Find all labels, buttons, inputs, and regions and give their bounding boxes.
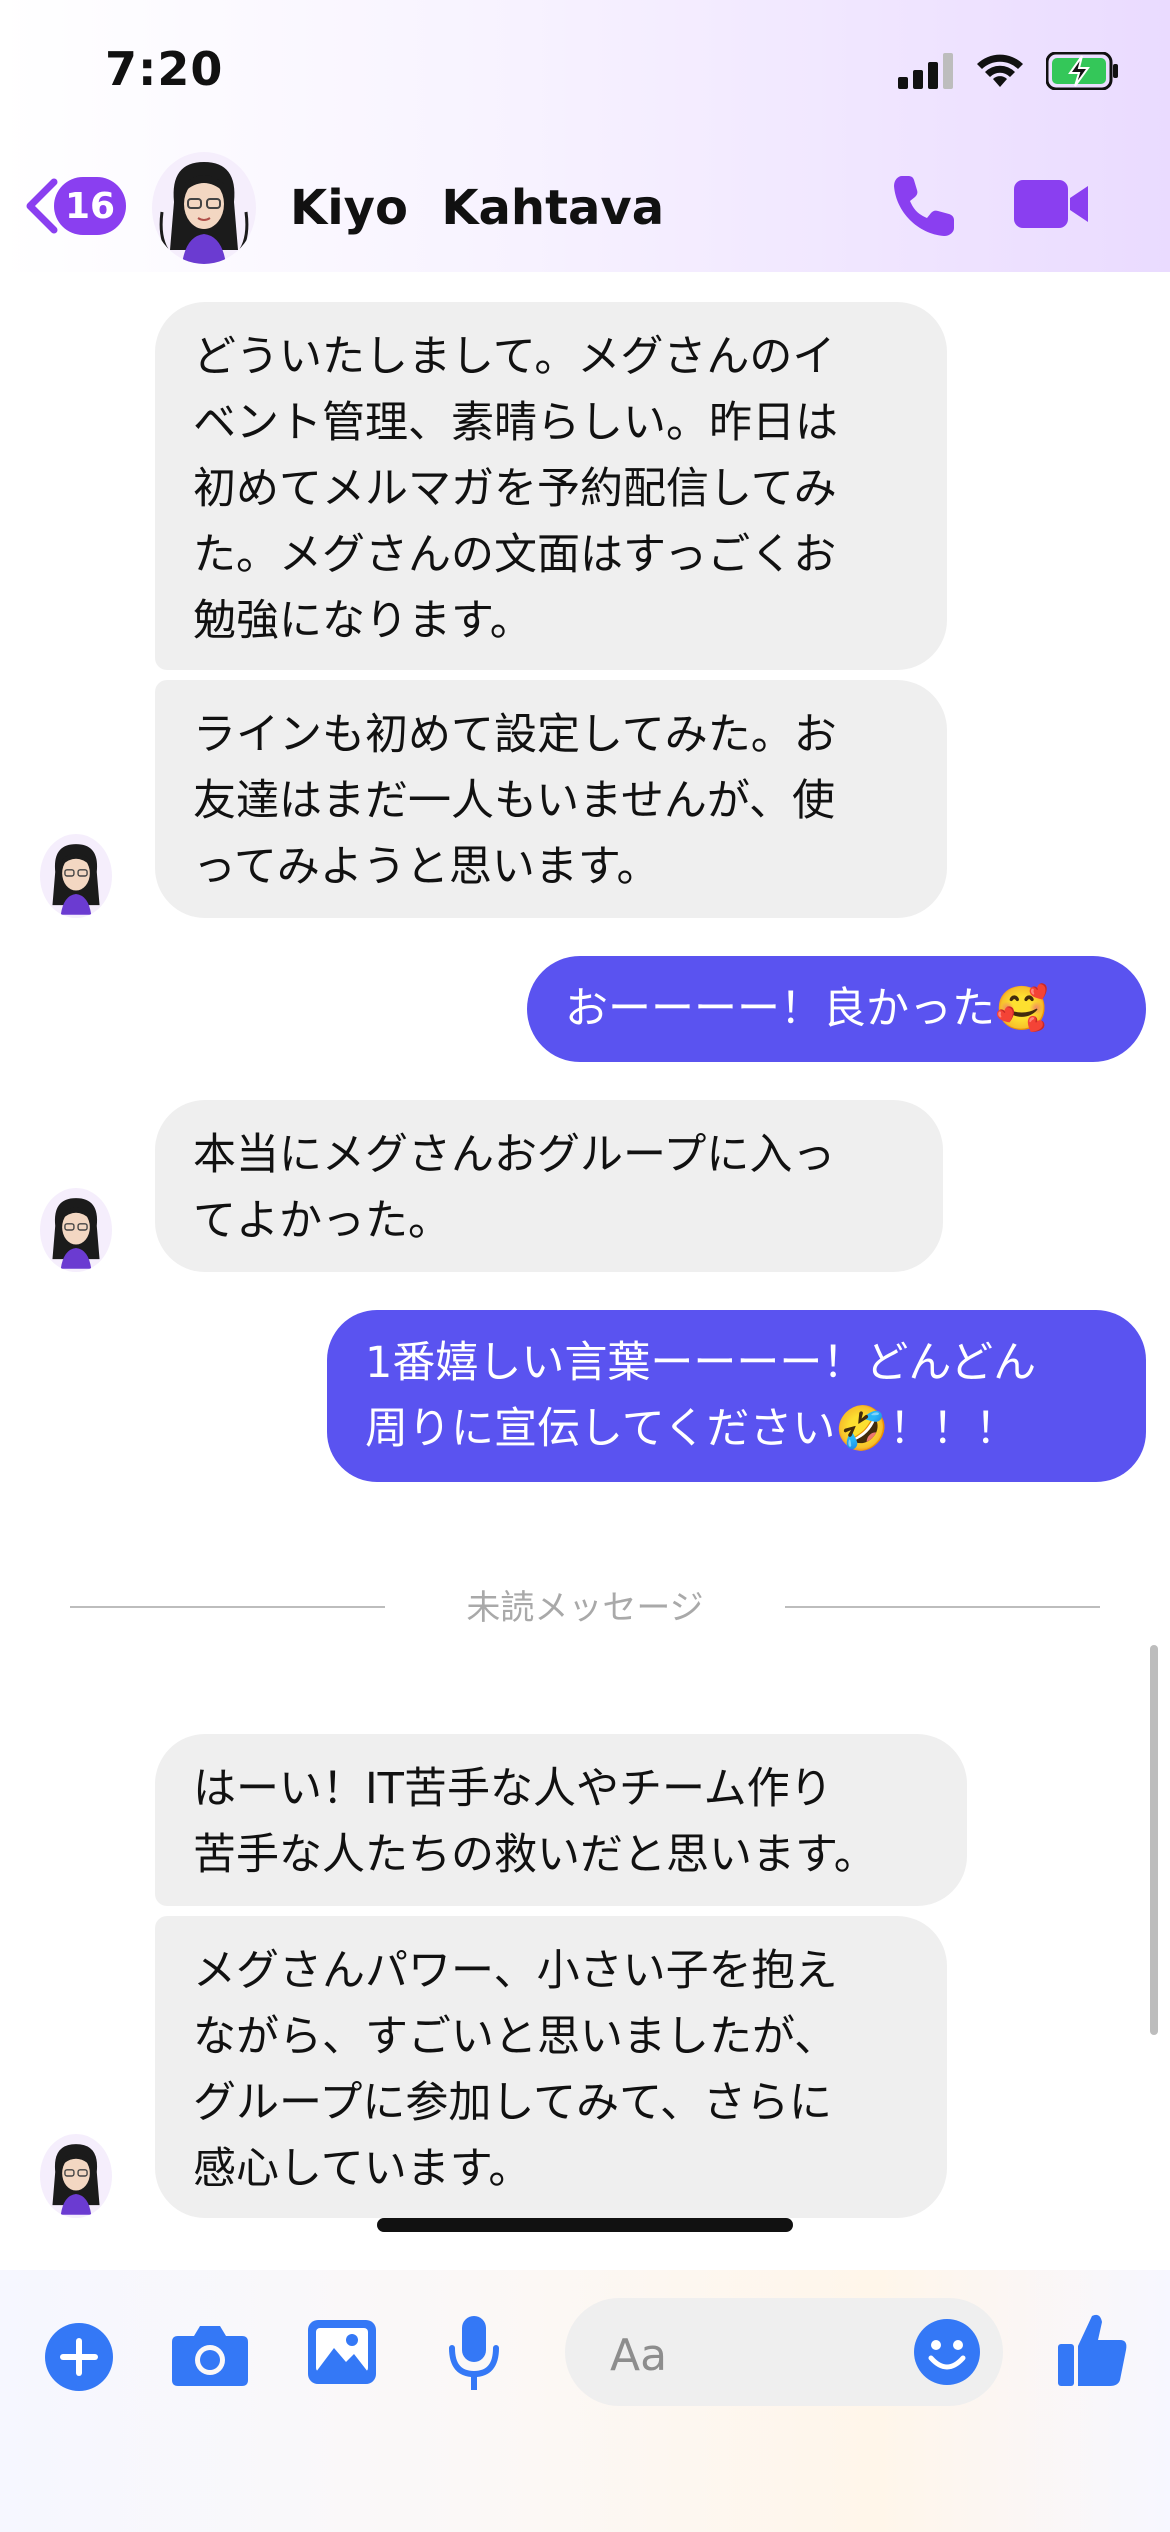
message-input[interactable]: Aa [565, 2298, 1003, 2406]
microphone-icon[interactable] [446, 2314, 502, 2394]
plus-icon[interactable] [44, 2322, 114, 2392]
scrollbar[interactable] [1150, 1645, 1158, 2035]
avatar-illustration [52, 844, 100, 915]
sender-avatar[interactable] [40, 834, 112, 918]
image-icon[interactable] [306, 2318, 378, 2386]
divider-line-right [785, 1606, 1100, 1608]
signal-icon [898, 53, 953, 89]
unread-divider: 未読メッセージ [70, 1580, 1100, 1630]
video-camera-icon[interactable] [1012, 176, 1092, 232]
battery-charging-icon [1046, 52, 1118, 90]
message-bubble-incoming[interactable]: どういたしまして。メグさんのイ ベント管理、素晴らしい。昨日は 初めてメルマガを… [155, 302, 947, 670]
message-text: どういたしまして。メグさんのイ ベント管理、素晴らしい。昨日は 初めてメルマガを… [193, 332, 838, 646]
chat-header: 16 Kiyo Kahtava [0, 150, 1170, 272]
avatar-illustration [52, 1198, 100, 1269]
status-time: 7:20 [105, 42, 224, 96]
message-text: おーーーー！良かった🥰 [565, 984, 1049, 1034]
message-bubble-incoming[interactable]: ラインも初めて設定してみた。お 友達はまだ一人もいませんが、使 ってみようと思い… [155, 680, 947, 918]
status-bar: 7:20 [0, 0, 1170, 150]
sender-avatar[interactable] [40, 2134, 112, 2218]
message-text: メグさんパワー、小さい子を抱え ながら、すごいと思いましたが、 グループに参加し… [193, 1946, 838, 2194]
message-input-placeholder: Aa [610, 2330, 668, 2381]
message-text: 本当にメグさんおグループに入っ てよかった。 [193, 1130, 836, 1246]
camera-icon[interactable] [170, 2322, 250, 2388]
emoji-icon[interactable] [913, 2318, 981, 2386]
message-bubble-outgoing[interactable]: 1番嬉しい言葉ーーーー！どんどん 周りに宣伝してください🤣！！！ [327, 1310, 1146, 1482]
status-icons [898, 52, 1120, 90]
home-indicator[interactable] [377, 2218, 793, 2232]
message-text: 1番嬉しい言葉ーーーー！どんどん 周りに宣伝してください🤣！！！ [365, 1338, 1037, 1454]
message-bubble-incoming[interactable]: 本当にメグさんおグループに入っ てよかった。 [155, 1100, 943, 1272]
unread-count-badge: 16 [54, 177, 126, 235]
contact-name[interactable]: Kiyo Kahtava [290, 180, 664, 236]
wifi-icon [977, 54, 1023, 87]
avatar-illustration [159, 162, 249, 264]
unread-divider-label: 未読メッセージ [466, 1588, 704, 1628]
message-text: はーい！IT苦手な人やチーム作り 苦手な人たちの救いだと思います。 [193, 1764, 877, 1880]
back-button[interactable]: 16 [22, 176, 126, 236]
sender-avatar[interactable] [40, 1188, 112, 1272]
contact-avatar[interactable] [152, 152, 256, 264]
phone-icon[interactable] [888, 170, 960, 242]
message-bubble-incoming[interactable]: はーい！IT苦手な人やチーム作り 苦手な人たちの救いだと思います。 [155, 1734, 967, 1906]
message-bubble-outgoing[interactable]: おーーーー！良かった🥰 [527, 956, 1146, 1062]
message-bubble-incoming[interactable]: メグさんパワー、小さい子を抱え ながら、すごいと思いましたが、 グループに参加し… [155, 1916, 947, 2218]
message-composer: Aa [0, 2270, 1170, 2532]
avatar-illustration [52, 2144, 100, 2215]
message-text: ラインも初めて設定してみた。お 友達はまだ一人もいませんが、使 ってみようと思い… [193, 710, 837, 892]
thumbs-up-icon[interactable] [1056, 2310, 1130, 2390]
